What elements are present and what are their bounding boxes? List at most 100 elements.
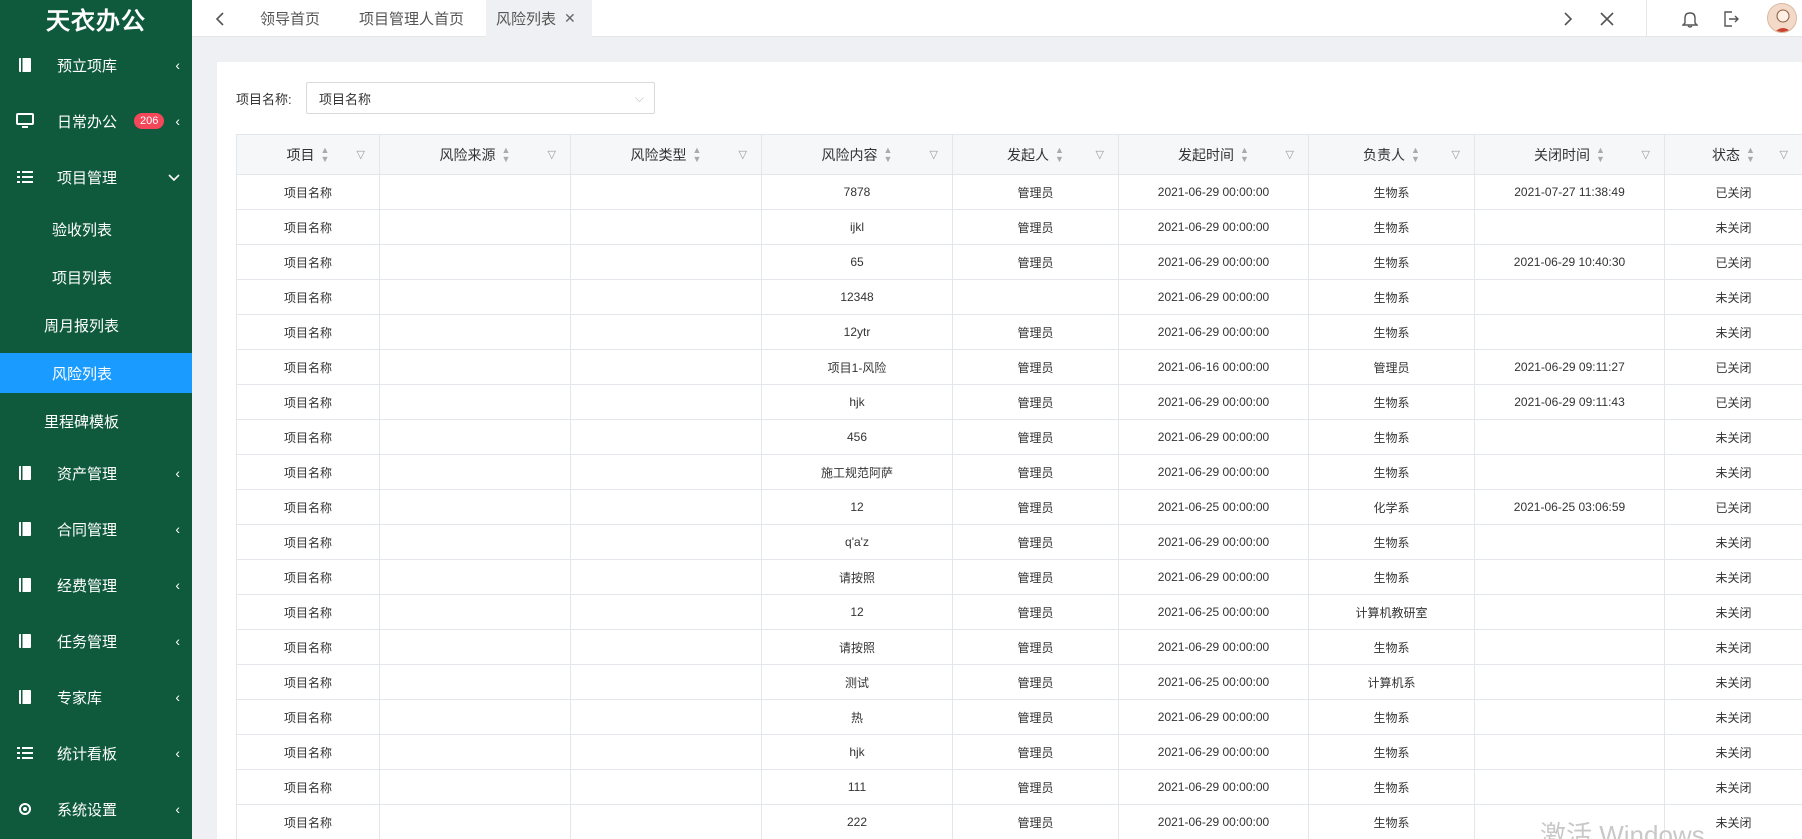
chevron-left-icon: ‹ [175, 801, 180, 817]
column-header[interactable]: 发起人 ▲ ▼ ▽ [952, 134, 1119, 175]
table-row[interactable]: 项目名称 65 管理员 2021-06-29 00:00:00 生物系 2021-06-2… [236, 244, 1802, 280]
table-cell: 管理员 [952, 699, 1119, 735]
sidebar-item-daily-office[interactable]: 日常办公 206 ‹ [0, 93, 192, 149]
table-cell [379, 559, 571, 595]
tabs-scroll-left-icon[interactable] [210, 0, 230, 37]
sidebar-subitem-projects[interactable]: 项目列表 [0, 257, 192, 297]
filter-icon[interactable]: ▽ [1286, 148, 1294, 161]
bell-icon[interactable] [1680, 0, 1700, 37]
table-row[interactable]: 项目名称 施工规范阿萨 管理员 2021-06-29 00:00:00 生物系 未关闭 [236, 454, 1802, 490]
table-row[interactable]: 项目名称 请按照 管理员 2021-06-29 00:00:00 生物系 未关闭 [236, 629, 1802, 665]
sidebar-item-label: 统计看板 [57, 745, 118, 763]
filter-icon[interactable]: ▽ [548, 148, 556, 161]
chevron-down-icon: ⌵ [634, 91, 644, 105]
sort-icon[interactable]: ▲ ▼ [1411, 145, 1420, 164]
sidebar-subitem-risks[interactable]: 风险列表 [0, 353, 192, 393]
column-header[interactable]: 关闭时间 ▲ ▼ ▽ [1474, 134, 1665, 175]
column-header[interactable]: 风险来源 ▲ ▼ ▽ [379, 134, 571, 175]
column-header[interactable]: 发起时间 ▲ ▼ ▽ [1118, 134, 1309, 175]
project-name-select[interactable]: 项目名称 ⌵ [306, 82, 655, 114]
sort-icon[interactable]: ▲ ▼ [321, 145, 330, 164]
sort-icon[interactable]: ▲ ▼ [1596, 145, 1605, 164]
column-header[interactable]: 项目 ▲ ▼ ▽ [236, 134, 380, 175]
close-icon[interactable]: ✕ [564, 10, 576, 27]
column-header[interactable]: 负责人 ▲ ▼ ▽ [1308, 134, 1475, 175]
filter-icon[interactable]: ▽ [1096, 148, 1104, 161]
filter-icon[interactable]: ▽ [930, 148, 938, 161]
table-cell [379, 489, 571, 525]
table-row[interactable]: 项目名称 请按照 管理员 2021-06-29 00:00:00 生物系 未关闭 [236, 559, 1802, 595]
table-cell: 项目名称 [236, 314, 380, 350]
table-row[interactable]: 项目名称 111 管理员 2021-06-29 00:00:00 生物系 未关闭 [236, 769, 1802, 805]
table-cell [570, 524, 762, 560]
filter-icon[interactable]: ▽ [1780, 148, 1788, 161]
table-row[interactable]: 项目名称 热管理员 2021-06-29 00:00:00 生物系 未关闭 [236, 699, 1802, 735]
filter-icon[interactable]: ▽ [1642, 148, 1650, 161]
sort-icon[interactable]: ▲ ▼ [693, 145, 702, 164]
sidebar-item-tasks[interactable]: 任务管理 ‹ [0, 613, 192, 669]
list-icon [16, 168, 34, 186]
table-cell [570, 804, 762, 839]
tab-pm-home[interactable]: 项目管理人首页 [359, 0, 464, 37]
table-row[interactable]: 项目名称 12 管理员 2021-06-25 00:00:00 化学系 2021-06-2… [236, 489, 1802, 525]
table-cell: 管理员 [952, 734, 1119, 770]
table-row[interactable]: 项目名称 12 管理员 2021-06-25 00:00:00 计算机教研室 未关闭 [236, 594, 1802, 630]
table-cell [570, 419, 762, 455]
close-all-tabs-icon[interactable] [1597, 0, 1617, 37]
avatar[interactable] [1767, 3, 1797, 33]
sort-icon[interactable]: ▲ ▼ [502, 145, 511, 164]
sidebar-item-assets[interactable]: 资产管理 ‹ [0, 445, 192, 501]
logout-icon[interactable] [1721, 0, 1741, 37]
book-icon [16, 688, 34, 706]
column-header[interactable]: 风险内容 ▲ ▼ ▽ [761, 134, 953, 175]
table-row[interactable]: 项目名称 ijkl 管理员 2021-06-29 00:00:00 生物系 未关闭 [236, 209, 1802, 245]
table-cell [1474, 629, 1665, 665]
sidebar-subitem-acceptance[interactable]: 验收列表 [0, 209, 192, 249]
sidebar-subitem-label: 验收列表 [52, 221, 113, 239]
sidebar-item-funding[interactable]: 经费管理 ‹ [0, 557, 192, 613]
sidebar-subitem-milestone-templates[interactable]: 里程碑模板 [0, 401, 192, 441]
filter-icon[interactable]: ▽ [1452, 148, 1460, 161]
sidebar-item-settings[interactable]: 系统设置 ‹ [0, 781, 192, 837]
table-row[interactable]: 项目名称 7878 管理员 2021-06-29 00:00:00 生物系 2021-07… [236, 174, 1802, 210]
sort-icon[interactable]: ▲ ▼ [1055, 145, 1064, 164]
table-cell: 生物系 [1308, 734, 1475, 770]
risk-table: 项目 ▲ ▼ ▽ 风险来源 ▲ ▼ ▽ 风险类型 ▲ ▼ ▽ 风险内容 ▲ ▼ ▽ 发起人 ▲ ▼ ▽ 发起时间 ▲ ▼ ▽ 负… [236, 134, 1802, 839]
tabs-scroll-right-icon[interactable] [1558, 0, 1578, 37]
column-header[interactable]: 状态 ▲ ▼ ▽ [1664, 134, 1802, 175]
book-icon [16, 464, 34, 482]
filter-icon[interactable]: ▽ [739, 148, 747, 161]
filter-icon[interactable]: ▽ [357, 148, 365, 161]
table-row[interactable]: 项目名称 测试 管理员 2021-06-25 00:00:00 计算机系 未关闭 [236, 664, 1802, 700]
table-row[interactable]: 项目名称 12348 2021-06-29 00:00:00 生物系 未关闭 [236, 279, 1802, 315]
table-cell: 项目名称 [236, 349, 380, 385]
table-row[interactable]: 项目名称 456 管理员 2021-06-29 00:00:00 生物系 未关闭 [236, 419, 1802, 455]
sidebar-item-project-management[interactable]: 项目管理 [0, 149, 192, 205]
table-row[interactable]: 项目名称 12ytr 管理员 2021-06-29 00:00:00 生物系 未关闭 [236, 314, 1802, 350]
table-cell: 生物系 [1308, 174, 1475, 210]
sidebar-subitem-reports[interactable]: 周月报列表 [0, 305, 192, 345]
tab-leader-home[interactable]: 领导首页 [260, 0, 320, 37]
table-cell: 生物系 [1308, 454, 1475, 490]
sidebar-item-dashboard[interactable]: 统计看板 ‹ [0, 725, 192, 781]
table-cell: 2021-06-29 00:00:00 [1118, 174, 1309, 210]
table-row[interactable]: 项目名称 q'a'z 管理员 2021-06-29 00:00:00 生物系 未关闭 [236, 524, 1802, 560]
table-cell: 管理员 [952, 384, 1119, 420]
chevron-left-icon: ‹ [175, 57, 180, 73]
table-row[interactable]: 项目名称 hjk 管理员 2021-06-29 00:00:00 生物系 未关闭 [236, 734, 1802, 770]
table-cell: 2021-06-29 00:00:00 [1118, 804, 1309, 839]
sort-icon[interactable]: ▲ ▼ [1240, 145, 1249, 164]
column-header-label: 风险来源 [439, 146, 496, 163]
table-row[interactable]: 项目名称 项目1-风险 管理员 2021-06-16 00:00:00 管理员 2021-… [236, 349, 1802, 385]
sort-icon[interactable]: ▲ ▼ [884, 145, 893, 164]
column-header[interactable]: 风险类型 ▲ ▼ ▽ [570, 134, 762, 175]
sidebar-item-contracts[interactable]: 合同管理 ‹ [0, 501, 192, 557]
table-row[interactable]: 项目名称 hjk 管理员 2021-06-29 00:00:00 生物系 2021-06-… [236, 384, 1802, 420]
tab-risk-list[interactable]: 风险列表 ✕ [486, 0, 592, 37]
sort-icon[interactable]: ▲ ▼ [1746, 145, 1755, 164]
table-cell: 项目名称 [236, 384, 380, 420]
sidebar-item-preproject[interactable]: 预立项库 ‹ [0, 37, 192, 93]
sidebar-item-experts[interactable]: 专家库 ‹ [0, 669, 192, 725]
table-cell: 2021-06-29 00:00:00 [1118, 419, 1309, 455]
sidebar-item-label: 日常办公 [57, 113, 118, 131]
